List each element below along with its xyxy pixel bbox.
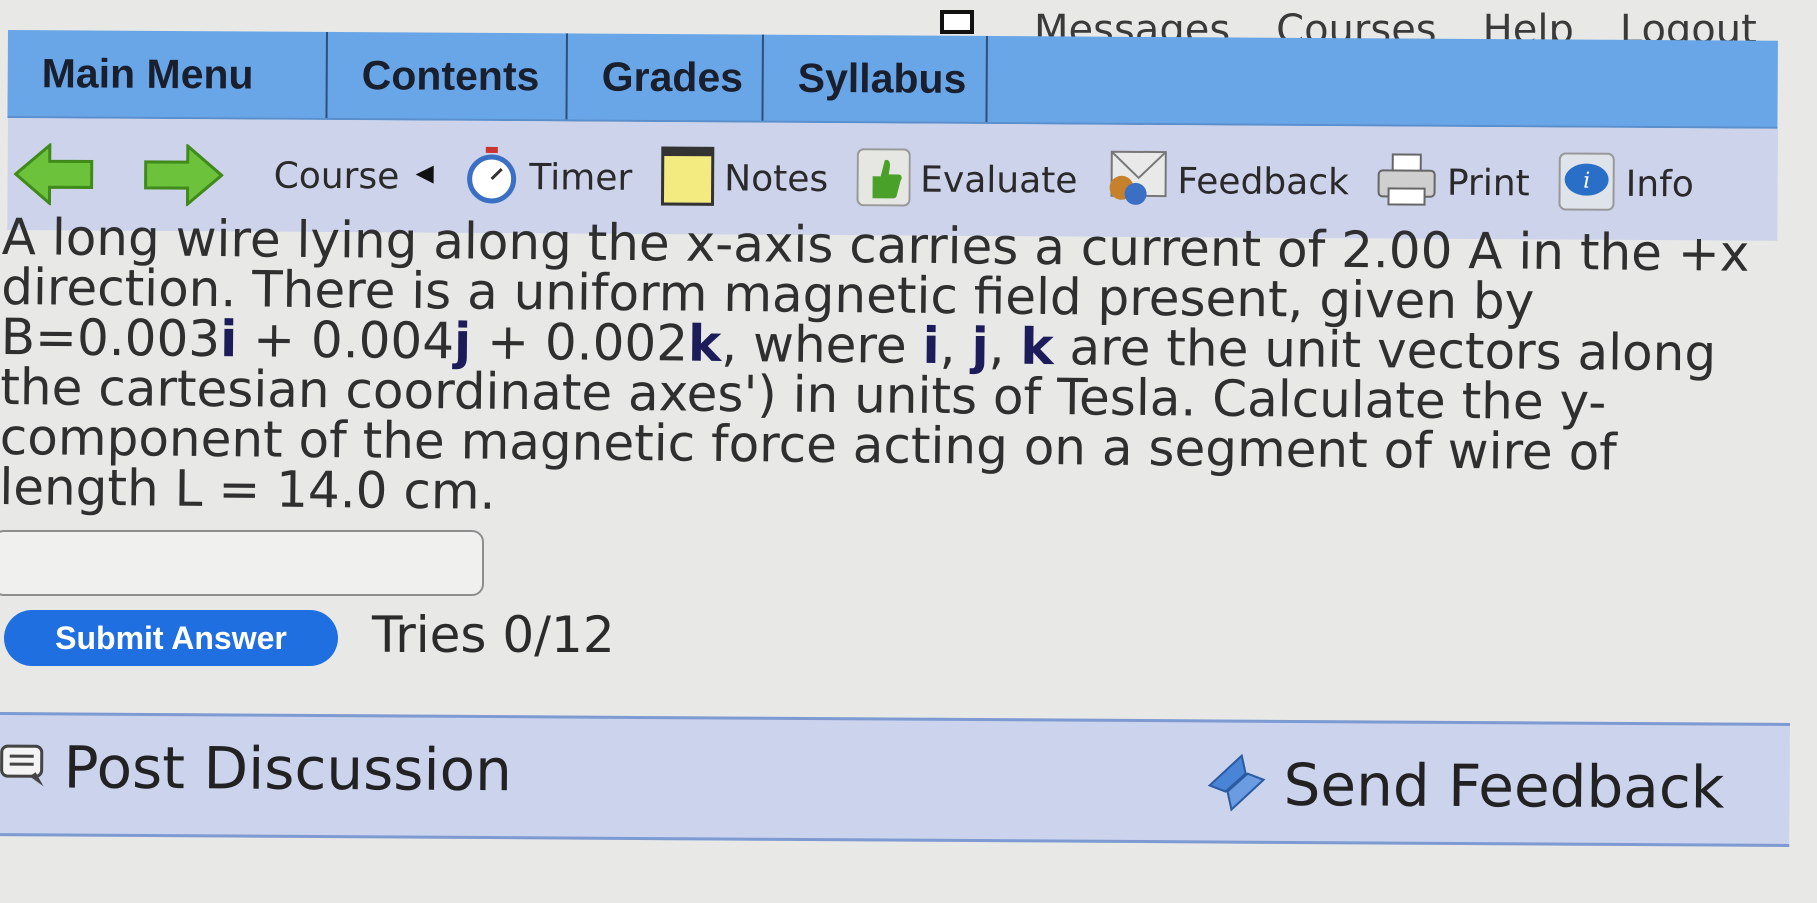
info-button[interactable]: i Info	[1558, 151, 1695, 216]
notepad-icon	[660, 146, 714, 210]
info-label: Info	[1625, 163, 1695, 205]
thumbs-up-icon	[856, 148, 911, 210]
submit-answer-button[interactable]: Submit Answer	[4, 610, 338, 666]
tab-grades[interactable]: Grades	[567, 33, 764, 121]
svg-text:i: i	[1583, 169, 1590, 194]
feedback-button[interactable]: Feedback	[1105, 150, 1349, 213]
course-label: Course	[273, 155, 400, 197]
post-discussion-link[interactable]: Post Discussion	[0, 733, 512, 804]
evaluate-button[interactable]: Evaluate	[856, 148, 1078, 211]
discussion-icon	[0, 742, 48, 792]
discussion-bar: Post Discussion Send Feedback	[0, 712, 1790, 847]
answer-input[interactable]	[0, 530, 484, 596]
feedback-label: Feedback	[1177, 160, 1350, 203]
info-bubble-icon: i	[1558, 151, 1616, 215]
post-discussion-label: Post Discussion	[63, 733, 513, 805]
notes-label: Notes	[724, 157, 829, 200]
feedback-envelope-icon	[1105, 150, 1167, 212]
timer-button[interactable]: Timer	[463, 145, 632, 210]
stopwatch-icon	[463, 145, 519, 209]
course-menu[interactable]: Course	[264, 155, 436, 197]
print-label: Print	[1446, 162, 1530, 204]
question-text: A long wire lying along the x-axis carri…	[0, 208, 1750, 521]
tab-syllabus[interactable]: Syllabus	[763, 34, 988, 122]
notes-button[interactable]: Notes	[660, 146, 828, 211]
triangle-left-icon	[413, 163, 435, 189]
back-arrow-icon[interactable]	[13, 143, 94, 206]
tab-main-menu[interactable]: Main Menu	[7, 30, 328, 118]
send-arrows-icon	[1205, 751, 1267, 817]
tab-contents[interactable]: Contents	[327, 31, 568, 120]
send-feedback-link[interactable]: Send Feedback	[1205, 750, 1725, 822]
main-tab-bar: Main Menu Contents Grades Syllabus	[7, 30, 1778, 129]
print-button[interactable]: Print	[1377, 152, 1530, 213]
printer-icon	[1377, 152, 1437, 212]
send-feedback-label: Send Feedback	[1283, 750, 1725, 822]
evaluate-label: Evaluate	[920, 159, 1078, 202]
timer-label: Timer	[529, 156, 633, 199]
tries-counter: Tries 0/12	[372, 606, 615, 664]
forward-arrow-icon[interactable]	[143, 143, 224, 207]
